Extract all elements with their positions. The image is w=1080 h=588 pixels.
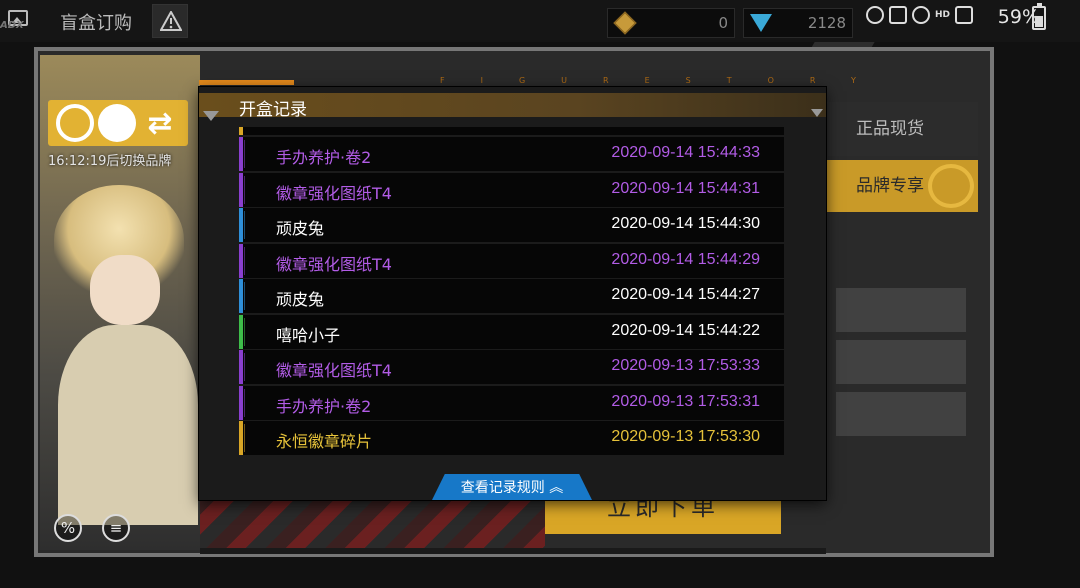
gem-currency[interactable]: 2128 (743, 8, 853, 38)
record-item-name: 顽皮兔 (276, 219, 325, 238)
diamond-icon (750, 14, 772, 32)
record-item-name: 徽章强化图纸T4 (276, 361, 392, 380)
view-record-rules-button[interactable]: 查看记录规则 ︽ (432, 474, 592, 500)
record-time: 2020-09-13 17:53:30 (611, 428, 760, 445)
rarity-bar (239, 243, 245, 278)
open-box-record-dialog: 开盒记录 手办养护·卷2 2020-09-14 15:44:33 徽章强化图纸T4 2… (199, 87, 826, 500)
triangle-left-icon (203, 111, 219, 121)
swap-brand-icon[interactable]: ⇄ (134, 106, 186, 142)
brand-tab-decor-icon (928, 164, 974, 208)
dialog-header: 开盒记录 (199, 93, 826, 120)
record-item-name: 永恒徽章碎片 (276, 432, 373, 451)
record-time: 2020-09-14 15:44:33 (611, 144, 760, 161)
gold-value: 0 (718, 14, 728, 32)
rarity-bar (239, 172, 245, 207)
rule-button-label: 查看记录规则 (460, 480, 545, 496)
rarity-bar (239, 385, 245, 420)
record-time: 2020-09-14 15:44:30 (611, 215, 760, 232)
tab-brand-exclusive[interactable]: 品牌专享 (826, 160, 978, 212)
rarity-bar (239, 350, 245, 384)
record-item-name: 徽章强化图纸T4 (276, 183, 392, 203)
dialog-title: 开盒记录 (239, 100, 307, 120)
alarm-icon (866, 6, 884, 24)
record-time: 2020-09-14 15:44:27 (611, 286, 760, 303)
system-icons: HD (866, 6, 974, 24)
gold-coin-icon (613, 11, 637, 35)
record-row: 徽章强化图纸T4 2020-09-14 15:44:31 (239, 172, 784, 207)
record-item-name: 顽皮兔 (276, 290, 325, 309)
record-time: 2020-09-14 15:44:31 (611, 179, 760, 197)
wifi-icon (912, 6, 930, 24)
triangle-right-icon (811, 109, 823, 117)
record-row: 顽皮兔 2020-09-14 15:44:27 (239, 279, 784, 313)
rarity-bar (239, 314, 245, 349)
tab-brand-label: 品牌专享 (856, 176, 924, 196)
chevron-up-icon: ︽ (549, 480, 564, 496)
battery-icon (1032, 3, 1046, 30)
gold-currency[interactable]: 0 (607, 8, 735, 38)
bottom-strip (200, 548, 826, 554)
record-row: 手办养护·卷2 2020-09-13 17:53:31 (239, 385, 784, 420)
mute-icon (889, 6, 907, 24)
record-row: 手办养护·卷2 2020-09-14 15:44:33 (239, 137, 784, 171)
record-time: 2020-09-14 15:44:22 (611, 321, 760, 339)
faded-background-art (826, 280, 976, 480)
warning-icon (160, 11, 182, 31)
list-button[interactable]: ≡ (102, 514, 130, 542)
partial-record-row (239, 127, 784, 135)
percent-button[interactable]: % (54, 514, 82, 542)
signal-icon (955, 6, 974, 24)
record-list[interactable]: 手办养护·卷2 2020-09-14 15:44:33 徽章强化图纸T4 2020-0… (239, 137, 784, 507)
brand-logo: ADX (0, 20, 24, 31)
switch-countdown: 16:12:19后切换品牌 (48, 154, 172, 169)
record-row: 徽章强化图纸T4 2020-09-13 17:53:33 (239, 350, 784, 384)
brand-number-icon (98, 104, 136, 142)
record-row: 嘻哈小子 2020-09-14 15:44:22 (239, 314, 784, 349)
rarity-bar (239, 421, 245, 455)
record-time: 2020-09-14 15:44:29 (611, 250, 760, 268)
top-bar: ADX 盲盒订购 0 2128 HD 59% (0, 0, 1080, 42)
record-row: 徽章强化图纸T4 2020-09-14 15:44:29 (239, 243, 784, 278)
record-row: 顽皮兔 2020-09-14 15:44:30 (239, 208, 784, 242)
dialog-decor-letters: FIGURESTORY (440, 76, 892, 85)
record-row: 永恒徽章碎片 2020-09-13 17:53:30 (239, 421, 784, 455)
character-face (90, 255, 160, 325)
hd-label: HD (935, 10, 951, 20)
record-item-name: 徽章强化图纸T4 (276, 254, 392, 274)
page-title: 盲盒订购 (60, 13, 132, 34)
record-item-name: 手办养护·卷2 (276, 148, 372, 167)
record-time: 2020-09-13 17:53:31 (611, 392, 760, 410)
character-coat (58, 325, 198, 525)
warning-button[interactable] (152, 4, 188, 38)
rarity-bar (239, 208, 245, 242)
dialog-accent-bar (199, 80, 294, 85)
record-item-name: 嘻哈小子 (276, 325, 341, 345)
brand-logo-icon (56, 104, 94, 142)
record-item-name: 手办养护·卷2 (276, 396, 372, 416)
tab-real-goods[interactable]: 正品现货 (826, 102, 978, 156)
rarity-bar (239, 279, 245, 313)
record-time: 2020-09-13 17:53:33 (611, 357, 760, 374)
gem-value: 2128 (807, 14, 846, 32)
rarity-bar (239, 137, 245, 171)
